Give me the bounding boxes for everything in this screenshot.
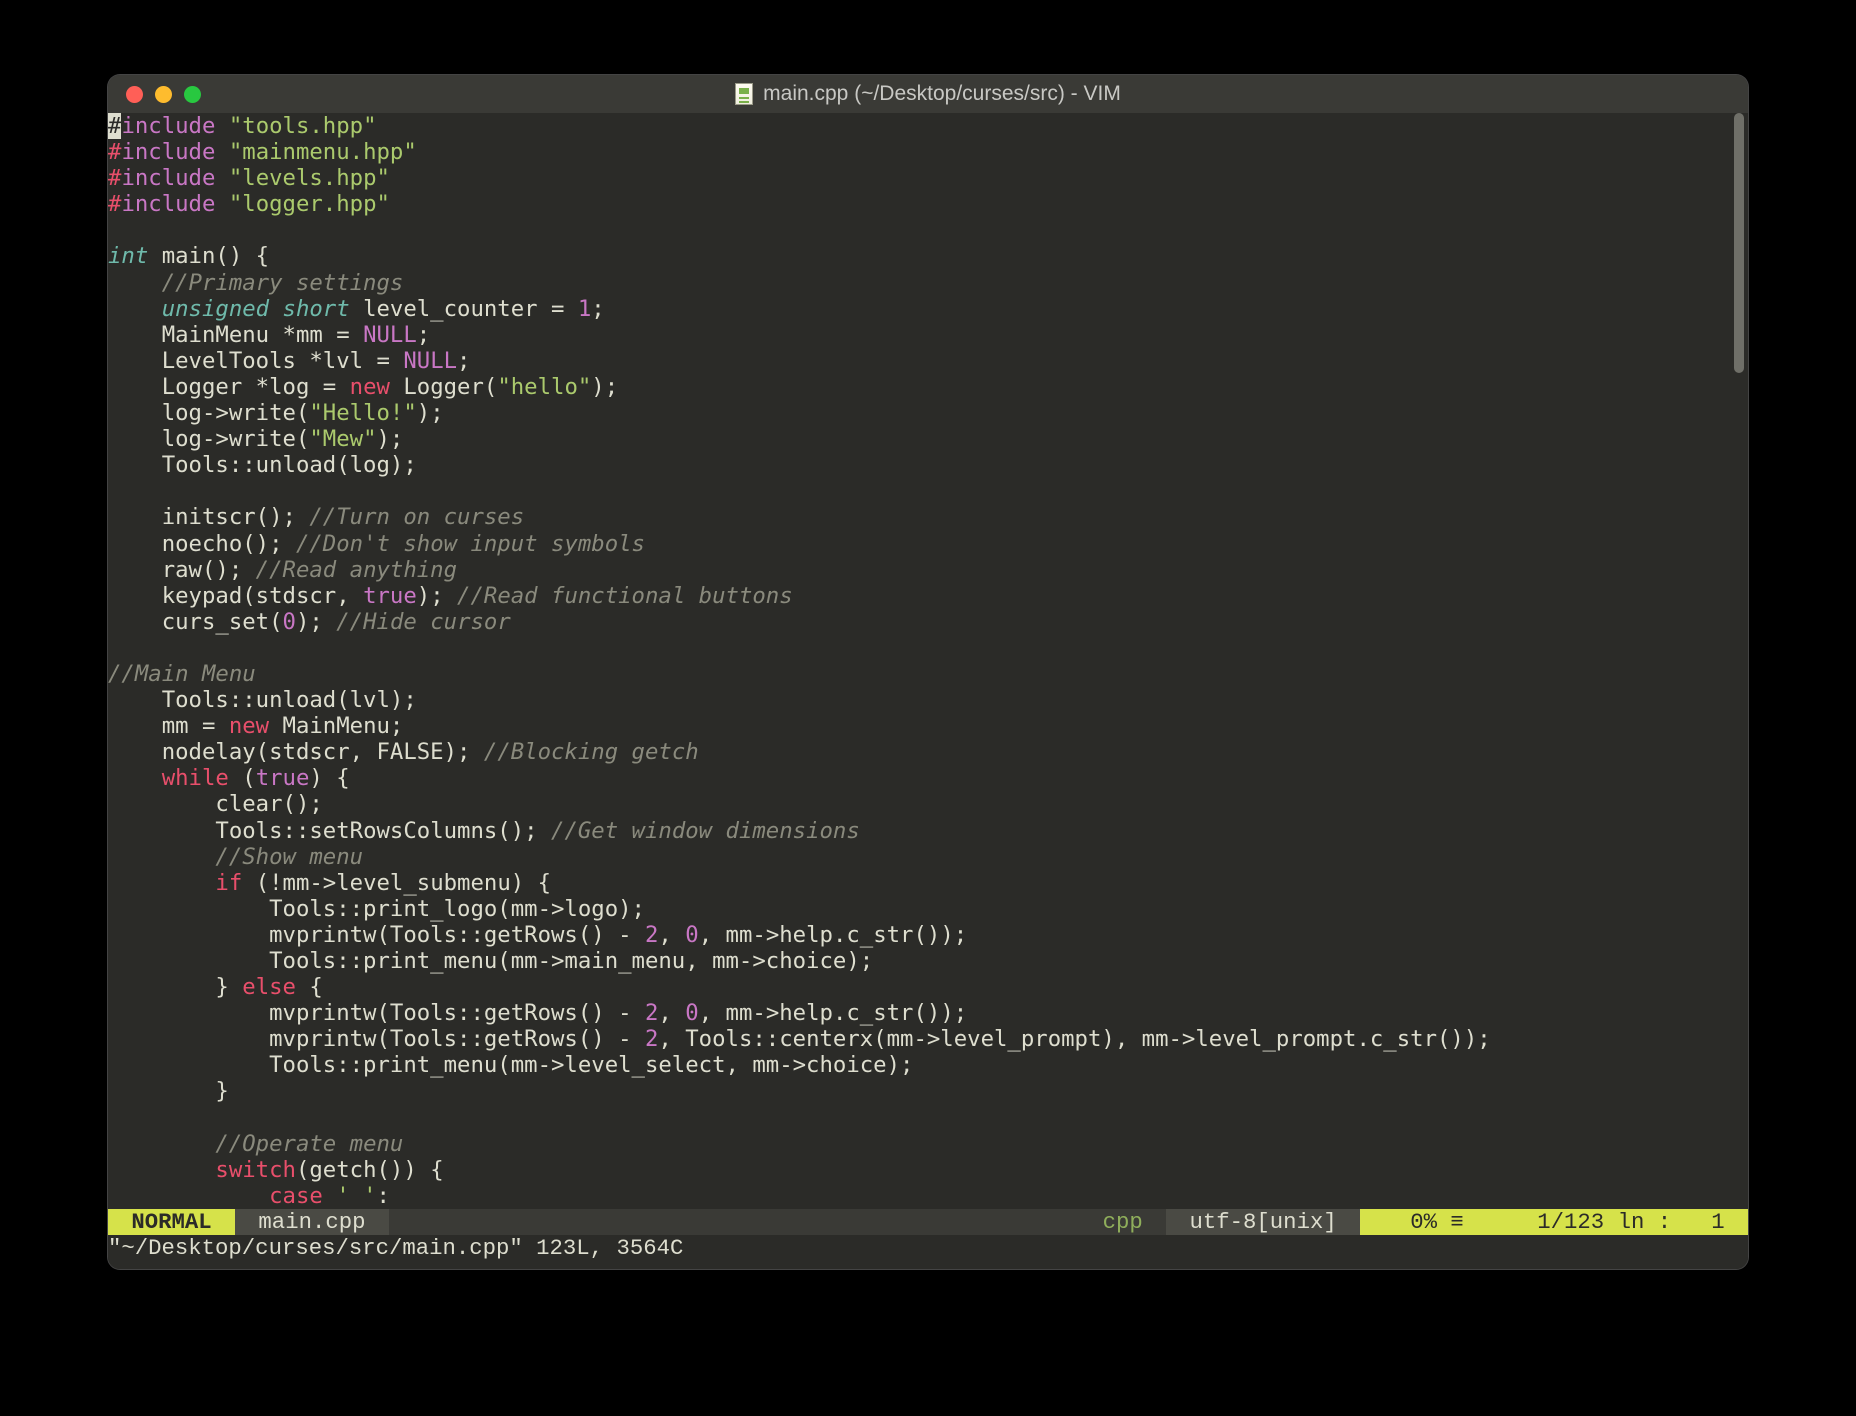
titlebar: main.cpp (~/Desktop/curses/src) - VIM xyxy=(108,75,1748,113)
vim-mode: NORMAL xyxy=(108,1209,235,1235)
window-controls xyxy=(108,86,201,103)
maximize-icon[interactable] xyxy=(184,86,201,103)
scrollbar-thumb[interactable] xyxy=(1734,113,1744,373)
command-line[interactable]: "~/Desktop/curses/src/main.cpp" 123L, 35… xyxy=(108,1235,1748,1269)
status-spacer xyxy=(389,1209,1093,1235)
document-icon xyxy=(735,83,753,105)
window-title: main.cpp (~/Desktop/curses/src) - VIM xyxy=(108,82,1748,106)
status-position: 1/123 ln : 1 xyxy=(1487,1209,1748,1235)
code-content: #include "tools.hpp" #include "mainmenu.… xyxy=(108,113,1748,1209)
editor-area[interactable]: #include "tools.hpp" #include "mainmenu.… xyxy=(108,113,1748,1269)
window-title-text: main.cpp (~/Desktop/curses/src) - VIM xyxy=(763,82,1121,106)
status-line: NORMAL main.cpp cpp utf-8[unix] 0% ≡ 1/1… xyxy=(108,1209,1748,1235)
terminal-window: main.cpp (~/Desktop/curses/src) - VIM #i… xyxy=(108,75,1748,1269)
status-percent: 0% ≡ xyxy=(1360,1209,1487,1235)
status-filename: main.cpp xyxy=(235,1209,389,1235)
minimize-icon[interactable] xyxy=(155,86,172,103)
scrollbar[interactable] xyxy=(1734,113,1744,1269)
close-icon[interactable] xyxy=(126,86,143,103)
status-encoding: utf-8[unix] xyxy=(1166,1209,1360,1235)
status-filetype: cpp xyxy=(1093,1209,1167,1235)
